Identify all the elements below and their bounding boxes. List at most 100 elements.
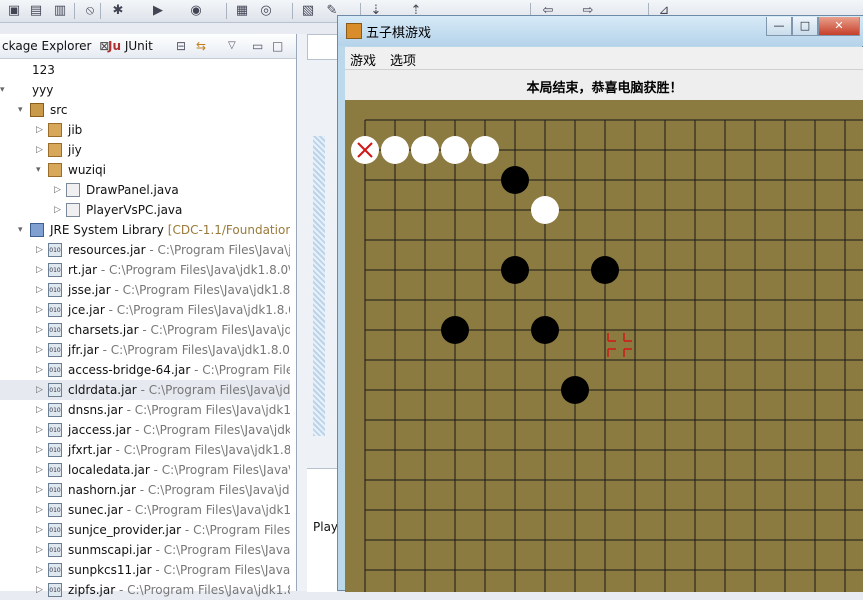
collapsed-arrow-icon[interactable]: ▷ [36, 320, 46, 340]
collapsed-arrow-icon[interactable]: ▷ [36, 540, 46, 560]
tree-item-detail: - C:\Program Files\Java\jdk1.8.0\ [118, 583, 290, 597]
tree-item[interactable]: ▷ 010 sunjce_provider.jar - C:\Program Fil… [0, 520, 290, 540]
print-icon[interactable]: ▥ [52, 3, 68, 19]
pkg-icon [48, 143, 62, 157]
link-with-editor-icon[interactable]: ⇆ [196, 38, 206, 54]
collapsed-arrow-icon[interactable]: ▷ [36, 520, 46, 540]
save-all-icon[interactable]: ▤ [28, 3, 44, 19]
tree-item-label: yyy [32, 83, 54, 97]
tree-item[interactable]: 123 [0, 60, 290, 80]
collapsed-arrow-icon[interactable]: ▷ [36, 140, 46, 160]
tree-item[interactable]: ▷ jiy [0, 140, 290, 160]
close-button[interactable]: ✕ [818, 17, 860, 36]
expanded-arrow-icon[interactable]: ▾ [0, 80, 10, 100]
collapsed-arrow-icon[interactable]: ▷ [54, 180, 64, 200]
maximize-icon[interactable]: □ [272, 38, 283, 54]
collapse-all-icon[interactable]: ⊟ [176, 38, 186, 54]
collapsed-arrow-icon[interactable]: ▷ [36, 460, 46, 480]
tree-item[interactable]: ▷ 010 zipfs.jar - C:\Program Files\Java\jd… [0, 580, 290, 600]
tree-item[interactable]: ▷ 010 charsets.jar - C:\Program Files\Java… [0, 320, 290, 340]
tree-item[interactable]: ▷ 010 rt.jar - C:\Program Files\Java\jdk1.… [0, 260, 290, 280]
console-tab-label[interactable]: Play [313, 520, 338, 534]
tree-item[interactable]: ▷ 010 localedata.jar - C:\Program Files\Ja… [0, 460, 290, 480]
tree-item[interactable]: ▷ 010 jfr.jar - C:\Program Files\Java\jdk1… [0, 340, 290, 360]
gomoku-board[interactable] [345, 100, 863, 592]
collapsed-arrow-icon[interactable]: ▷ [36, 380, 46, 400]
tab-package-explorer[interactable]: ckage Explorer ⊠ [2, 38, 109, 54]
run-icon[interactable]: ▶ [150, 3, 166, 19]
minimize-icon[interactable]: ▭ [252, 38, 263, 54]
tree-item-label: rt.jar [68, 263, 98, 277]
collapsed-arrow-icon[interactable]: ▷ [36, 560, 46, 580]
editor-tab[interactable] [307, 34, 339, 60]
tree-item[interactable]: ▷ DrawPanel.java [0, 180, 290, 200]
tree-item-label: charsets.jar [68, 323, 139, 337]
board-canvas[interactable] [345, 100, 863, 592]
collapsed-arrow-icon[interactable]: ▷ [36, 580, 46, 600]
collapsed-arrow-icon[interactable]: ▷ [36, 280, 46, 300]
toggle-breakpoint-icon[interactable]: ⦸ [82, 3, 98, 19]
tree-item[interactable]: ▷ 010 access-bridge-64.jar - C:\Program Fi… [0, 360, 290, 380]
new-class-icon[interactable]: ◎ [258, 3, 274, 19]
tree-item-detail: - C:\Program Files\Java\jdk1.8.0\j [110, 283, 290, 297]
minimize-button[interactable]: — [766, 17, 792, 36]
white-stone [441, 136, 469, 164]
collapsed-arrow-icon[interactable]: ▷ [36, 360, 46, 380]
run-last-icon[interactable]: ◉ [188, 3, 204, 19]
new-package-icon[interactable]: ▦ [234, 3, 250, 19]
tree-item[interactable]: ▾ JRE System Library[CDC-1.1/Foundation-1… [0, 220, 290, 240]
collapsed-arrow-icon[interactable]: ▷ [36, 480, 46, 500]
expanded-arrow-icon[interactable]: ▾ [36, 160, 46, 180]
tree-item[interactable]: ▷ jib [0, 120, 290, 140]
collapsed-arrow-icon[interactable]: ▷ [36, 240, 46, 260]
tree-item[interactable]: ▾ wuziqi [0, 160, 290, 180]
view-tab-bar: ckage Explorer ⊠ Ju JUnit ⊟ ⇆ ▽ ▭ □ [0, 34, 296, 59]
java-app-icon [346, 23, 362, 39]
collapsed-arrow-icon[interactable]: ▷ [36, 400, 46, 420]
collapsed-arrow-icon[interactable]: ▷ [36, 340, 46, 360]
collapsed-arrow-icon[interactable]: ▷ [36, 500, 46, 520]
menu-options[interactable]: 选项 [390, 50, 416, 69]
expanded-arrow-icon[interactable]: ▾ [18, 100, 28, 120]
collapsed-arrow-icon[interactable]: ▷ [36, 120, 46, 140]
tree-item-detail: - C:\Program Files\Java\jdk1. [142, 323, 290, 337]
tree-item[interactable]: ▷ 010 jsse.jar - C:\Program Files\Java\jdk… [0, 280, 290, 300]
tree-item[interactable]: ▷ 010 sunpkcs11.jar - C:\Program Files\Jav… [0, 560, 290, 580]
collapsed-arrow-icon[interactable]: ▷ [36, 300, 46, 320]
maximize-button[interactable]: □ [792, 17, 818, 36]
tree-item[interactable]: ▷ 010 jaccess.jar - C:\Program Files\Java\… [0, 420, 290, 440]
tree-item[interactable]: ▾ yyy [0, 80, 290, 100]
tree-item[interactable]: ▾ src [0, 100, 290, 120]
tree-item-text: jfr.jar - C:\Program Files\Java\jdk1.8.0… [68, 340, 290, 360]
collapsed-arrow-icon[interactable]: ▷ [36, 260, 46, 280]
toolbar-separator [74, 3, 75, 19]
view-menu-icon[interactable]: ▽ [228, 38, 236, 54]
collapsed-arrow-icon[interactable]: ▷ [36, 420, 46, 440]
open-type-icon[interactable]: ▧ [300, 3, 316, 19]
window-title-bar[interactable]: 五子棋游戏 — □ ✕ [338, 16, 863, 46]
collapsed-arrow-icon[interactable]: ▷ [54, 200, 64, 220]
expanded-arrow-icon[interactable]: ▾ [18, 220, 28, 240]
tree-item-text: sunec.jar - C:\Program Files\Java\jdk1.8… [68, 500, 290, 520]
tree-item[interactable]: ▷ 010 sunec.jar - C:\Program Files\Java\jd… [0, 500, 290, 520]
debug-icon[interactable]: ✱ [110, 3, 126, 19]
tab-junit[interactable]: Ju JUnit [108, 38, 153, 54]
window-title: 五子棋游戏 [366, 26, 432, 41]
tree-item-text: dnsns.jar - C:\Program Files\Java\jdk1.8… [68, 400, 290, 420]
tree-item[interactable]: ▷ 010 resources.jar - C:\Program Files\Jav… [0, 240, 290, 260]
tree-item[interactable]: ▷ 010 jfxrt.jar - C:\Program Files\Java\jd… [0, 440, 290, 460]
tree-item[interactable]: ▷ PlayerVsPC.java [0, 200, 290, 220]
tree-item[interactable]: ▷ 010 dnsns.jar - C:\Program Files\Java\jd… [0, 400, 290, 420]
black-stone [441, 316, 469, 344]
tree-item[interactable]: ▷ 010 jce.jar - C:\Program Files\Java\jdk1… [0, 300, 290, 320]
jar-icon: 010 [48, 343, 62, 357]
jar-icon: 010 [48, 503, 62, 517]
tree-item[interactable]: ▷ 010 nashorn.jar - C:\Program Files\Java\… [0, 480, 290, 500]
tree-item[interactable]: ▷ 010 sunmscapi.jar - C:\Program Files\Jav… [0, 540, 290, 560]
save-icon[interactable]: ▣ [6, 3, 22, 19]
gomoku-window: 五子棋游戏 — □ ✕ 游戏 选项 本局结束，恭喜电脑获胜！ [337, 15, 863, 592]
collapsed-arrow-icon[interactable]: ▷ [36, 440, 46, 460]
tree-item[interactable]: ▷ 010 cldrdata.jar - C:\Program Files\Java… [0, 380, 290, 400]
overview-ruler[interactable] [313, 136, 325, 436]
menu-game[interactable]: 游戏 [350, 50, 376, 69]
